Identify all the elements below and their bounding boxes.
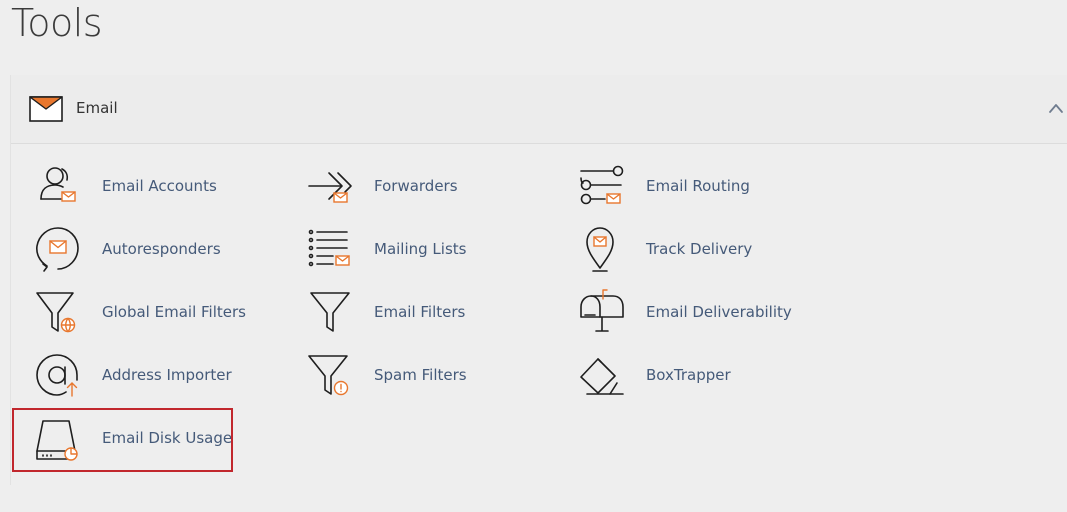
page-title: Tools bbox=[11, 1, 103, 45]
email-panel-title: Email bbox=[76, 99, 118, 117]
tool-address-importer[interactable]: Address Importer bbox=[23, 350, 232, 400]
mailbox-icon bbox=[580, 289, 624, 332]
tool-forwarders[interactable]: Forwarders bbox=[295, 161, 458, 211]
email-panel-header[interactable]: Email bbox=[11, 75, 1067, 144]
autorespond-icon bbox=[36, 227, 79, 272]
tools-page: Tools Email Email Accounts Forwarders Em… bbox=[0, 0, 1067, 512]
tool-label: Spam Filters bbox=[374, 366, 467, 384]
tool-label: Email Accounts bbox=[102, 177, 217, 195]
funnel-alert-icon bbox=[308, 355, 349, 396]
tool-email-routing[interactable]: Email Routing bbox=[567, 161, 750, 211]
tool-label: Email Routing bbox=[646, 177, 750, 195]
user-mail-icon bbox=[40, 167, 76, 202]
tool-track-delivery[interactable]: Track Delivery bbox=[567, 224, 752, 274]
tool-label: Track Delivery bbox=[646, 240, 753, 258]
routing-icon bbox=[580, 165, 624, 205]
tool-label: Mailing Lists bbox=[374, 240, 467, 258]
envelope-icon bbox=[29, 96, 63, 122]
tool-boxtrapper[interactable]: BoxTrapper bbox=[567, 350, 731, 400]
tool-label: Global Email Filters bbox=[102, 303, 246, 321]
funnel-icon bbox=[310, 292, 350, 332]
tool-label: Forwarders bbox=[374, 177, 458, 195]
tool-label: BoxTrapper bbox=[646, 366, 731, 384]
tool-autoresponders[interactable]: Autoresponders bbox=[23, 224, 221, 274]
tool-spam-filters[interactable]: Spam Filters bbox=[295, 350, 467, 400]
box-trap-icon bbox=[580, 358, 624, 395]
tool-email-filters[interactable]: Email Filters bbox=[295, 287, 465, 337]
tool-mailing-lists[interactable]: Mailing Lists bbox=[295, 224, 466, 274]
map-pin-mail-icon bbox=[586, 227, 614, 272]
highlight-box bbox=[12, 408, 233, 472]
tool-label: Email Filters bbox=[374, 303, 466, 321]
tool-label: Address Importer bbox=[102, 366, 232, 384]
tool-email-accounts[interactable]: Email Accounts bbox=[23, 161, 217, 211]
tool-email-deliverability[interactable]: Email Deliverability bbox=[567, 287, 792, 337]
tool-global-email-filters[interactable]: Global Email Filters bbox=[23, 287, 246, 337]
chevron-up-icon[interactable] bbox=[1048, 102, 1064, 114]
tool-label: Autoresponders bbox=[102, 240, 221, 258]
funnel-globe-icon bbox=[36, 292, 76, 333]
forward-arrow-icon bbox=[308, 172, 352, 203]
at-upload-icon bbox=[36, 354, 78, 397]
list-mail-icon bbox=[308, 229, 350, 267]
tool-label: Email Deliverability bbox=[646, 303, 792, 321]
